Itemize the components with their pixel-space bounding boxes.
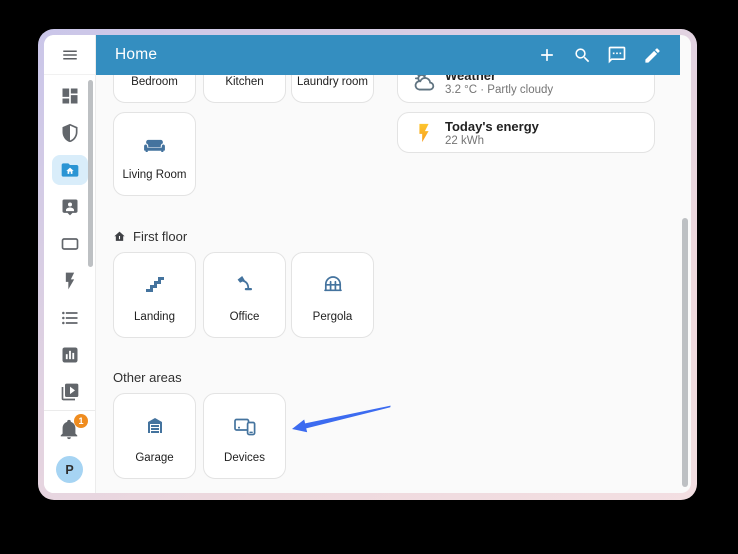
area-card-label: Kitchen bbox=[204, 76, 285, 88]
pergola-icon bbox=[292, 272, 373, 296]
home-folder-icon bbox=[60, 160, 80, 180]
notification-badge: 1 bbox=[74, 414, 88, 428]
energy-title: Today's energy bbox=[445, 119, 539, 134]
lightning-icon bbox=[413, 122, 435, 144]
sidebar: 1 P bbox=[44, 35, 96, 493]
add-button[interactable] bbox=[535, 43, 559, 67]
area-card-label: Garage bbox=[114, 452, 195, 464]
sidebar-item-energy[interactable] bbox=[52, 266, 88, 296]
search-button[interactable] bbox=[570, 43, 594, 67]
user-avatar[interactable]: P bbox=[56, 456, 83, 483]
energy-flash-icon bbox=[60, 271, 80, 291]
main-area: Bedroom Kitchen Laundry room bbox=[96, 35, 691, 493]
area-card-living-room[interactable]: Living Room bbox=[113, 112, 196, 196]
energy-value: 22 kWh bbox=[445, 135, 484, 147]
avatar-initial: P bbox=[65, 463, 73, 477]
header-actions bbox=[535, 35, 664, 75]
sidebar-item-areas[interactable] bbox=[52, 155, 88, 185]
logbook-list-icon bbox=[60, 308, 80, 328]
area-card-garage[interactable]: Garage bbox=[113, 393, 196, 479]
media-icon bbox=[60, 382, 80, 402]
sidebar-item-tablet[interactable] bbox=[52, 229, 88, 259]
area-card-office[interactable]: Office bbox=[203, 252, 286, 338]
dashboard-icon bbox=[60, 86, 80, 106]
area-card-label: Laundry room bbox=[292, 76, 373, 88]
edit-icon bbox=[643, 46, 662, 65]
area-card-pergola[interactable]: Pergola bbox=[291, 252, 374, 338]
area-card-label: Landing bbox=[114, 311, 195, 323]
app-header: Home bbox=[96, 35, 680, 75]
page-title: Home bbox=[115, 46, 157, 64]
sidebar-bottom-section: 1 P bbox=[44, 410, 95, 493]
section-title: Other areas bbox=[113, 370, 182, 385]
assist-chat-icon bbox=[607, 45, 627, 65]
area-card-label: Bedroom bbox=[114, 76, 195, 88]
hamburger-menu-icon bbox=[61, 46, 79, 64]
add-icon bbox=[537, 45, 557, 65]
area-card-label: Office bbox=[204, 311, 285, 323]
history-chart-icon bbox=[60, 345, 80, 365]
section-title: First floor bbox=[133, 229, 187, 244]
area-card-label: Living Room bbox=[114, 169, 195, 181]
tablet-icon bbox=[60, 234, 80, 254]
sidebar-item-people[interactable] bbox=[52, 192, 88, 222]
section-header-other-areas: Other areas bbox=[113, 369, 182, 385]
area-card-devices[interactable]: Devices bbox=[203, 393, 286, 479]
garage-icon bbox=[114, 413, 195, 437]
weather-status: 3.2 °C · Partly cloudy bbox=[445, 84, 553, 96]
content-scrollbar-thumb[interactable] bbox=[682, 218, 688, 487]
section-header-first-floor: First floor bbox=[113, 228, 187, 244]
assist-button[interactable] bbox=[605, 43, 629, 67]
devices-icon bbox=[204, 413, 285, 437]
sidebar-scrollbar-thumb[interactable] bbox=[88, 80, 93, 267]
edit-button[interactable] bbox=[640, 43, 664, 67]
screenshot-stage: 1 P Bedroom Kitchen Laundry room bbox=[0, 0, 738, 554]
app-window-frame: 1 P Bedroom Kitchen Laundry room bbox=[38, 29, 697, 500]
sidebar-item-history[interactable] bbox=[52, 340, 88, 370]
shield-icon bbox=[60, 123, 80, 143]
stairs-icon bbox=[114, 272, 195, 296]
area-card-label: Devices bbox=[204, 452, 285, 464]
sidebar-item-dashboards[interactable] bbox=[52, 81, 88, 111]
floor-icon bbox=[113, 230, 126, 243]
app-window: 1 P Bedroom Kitchen Laundry room bbox=[44, 35, 691, 493]
search-icon bbox=[573, 46, 592, 65]
area-card-label: Pergola bbox=[292, 311, 373, 323]
notifications-button[interactable]: 1 bbox=[58, 418, 82, 442]
person-badge-icon bbox=[60, 197, 80, 217]
sidebar-item-security[interactable] bbox=[52, 118, 88, 148]
sidebar-item-media[interactable] bbox=[52, 377, 88, 407]
area-card-landing[interactable]: Landing bbox=[113, 252, 196, 338]
sidebar-menu-button[interactable] bbox=[44, 35, 95, 75]
sidebar-item-logbook[interactable] bbox=[52, 303, 88, 333]
energy-card[interactable]: Today's energy 22 kWh bbox=[397, 112, 655, 153]
desk-lamp-icon bbox=[204, 272, 285, 296]
sofa-icon bbox=[114, 132, 195, 157]
